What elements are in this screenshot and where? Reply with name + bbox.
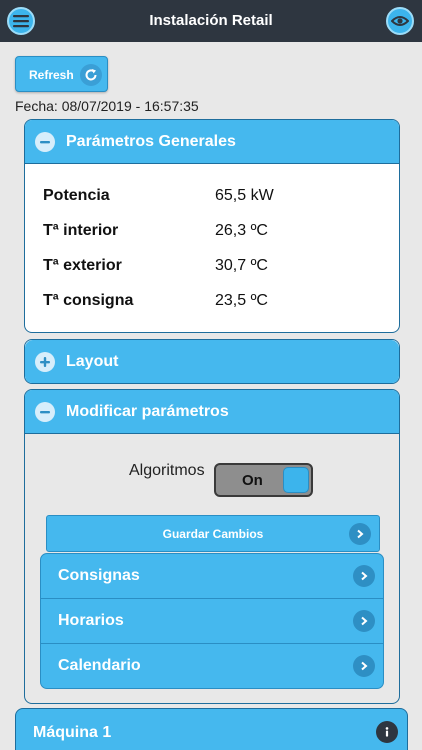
panel-title: Parámetros Generales bbox=[66, 133, 236, 150]
list-item-calendario[interactable]: Calendario bbox=[41, 644, 383, 688]
list-item-label: Calendario bbox=[58, 657, 141, 674]
param-value: 30,7 ºC bbox=[215, 257, 268, 274]
machine-card[interactable]: Máquina 1 bbox=[15, 708, 408, 750]
list-item-consignas[interactable]: Consignas bbox=[41, 554, 383, 599]
minus-icon bbox=[35, 402, 55, 422]
panel-header-parametros[interactable]: Parámetros Generales bbox=[25, 120, 399, 164]
view-button[interactable] bbox=[386, 7, 414, 35]
refresh-label: Refresh bbox=[29, 68, 74, 82]
chevron-right-icon bbox=[353, 655, 375, 677]
refresh-icon bbox=[80, 64, 102, 86]
chevron-right-icon bbox=[353, 610, 375, 632]
minus-icon bbox=[35, 132, 55, 152]
algoritmos-toggle[interactable]: On bbox=[214, 463, 313, 497]
list-item-label: Horarios bbox=[58, 612, 124, 629]
panel-title: Layout bbox=[66, 353, 119, 370]
guardar-cambios-button[interactable]: Guardar Cambios bbox=[46, 515, 380, 552]
panel-parametros-generales: Parámetros Generales Potencia 65,5 kW Tª… bbox=[24, 119, 400, 333]
param-value: 23,5 ºC bbox=[215, 292, 268, 309]
algoritmos-label: Algoritmos bbox=[129, 462, 205, 479]
param-value: 65,5 kW bbox=[215, 187, 274, 204]
panel-modificar-parametros: Modificar parámetros Algoritmos On Guard… bbox=[24, 389, 400, 704]
panel-title: Modificar parámetros bbox=[66, 403, 229, 420]
chevron-right-icon bbox=[353, 565, 375, 587]
param-label: Tª interior bbox=[43, 222, 119, 239]
param-label: Tª consigna bbox=[43, 292, 134, 309]
param-value: 26,3 ºC bbox=[215, 222, 268, 239]
eye-icon bbox=[391, 16, 409, 26]
panel-header-modificar[interactable]: Modificar parámetros bbox=[25, 390, 399, 434]
machine-title: Máquina 1 bbox=[33, 724, 112, 741]
chevron-right-icon bbox=[349, 523, 371, 545]
plus-icon bbox=[35, 352, 55, 372]
page-title: Instalación Retail bbox=[149, 12, 273, 29]
param-label: Potencia bbox=[43, 187, 110, 204]
timestamp: Fecha: 08/07/2019 - 16:57:35 bbox=[15, 98, 199, 114]
app-header: Instalación Retail bbox=[0, 0, 422, 42]
toggle-knob bbox=[283, 467, 309, 493]
refresh-button[interactable]: Refresh bbox=[15, 56, 108, 92]
param-label: Tª exterior bbox=[43, 257, 122, 274]
panel-header-layout[interactable]: Layout bbox=[25, 340, 399, 383]
submenu-list: Consignas Horarios Calendario bbox=[40, 553, 384, 689]
guardar-label: Guardar Cambios bbox=[162, 527, 264, 541]
list-item-horarios[interactable]: Horarios bbox=[41, 599, 383, 644]
panel-layout[interactable]: Layout bbox=[24, 339, 400, 384]
info-icon[interactable] bbox=[376, 721, 398, 743]
list-item-label: Consignas bbox=[58, 567, 140, 584]
toggle-state-label: On bbox=[242, 472, 263, 489]
